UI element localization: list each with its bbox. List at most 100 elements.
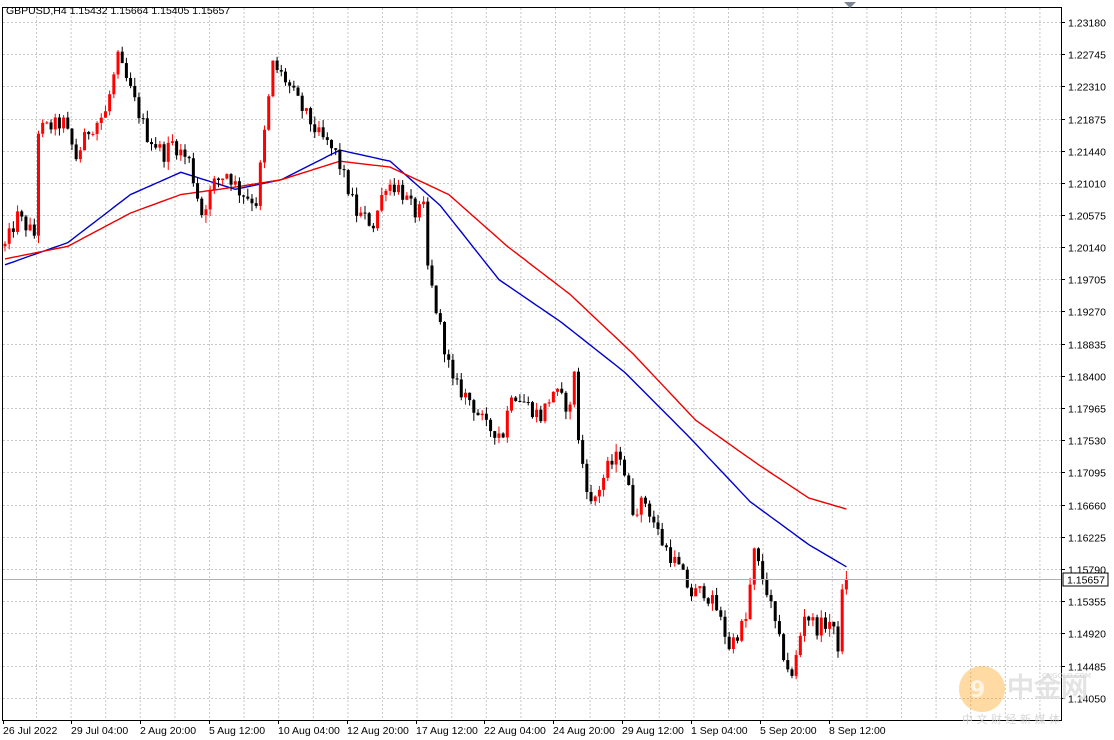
candle	[669, 539, 673, 568]
candle	[3, 241, 7, 252]
price-axis: 1.23180 1.22745 1.22310 1.21875 1.21440 1.210…	[1061, 18, 1106, 706]
candle	[254, 197, 258, 209]
candle	[376, 210, 380, 231]
candle-body	[87, 132, 91, 135]
candle-body	[145, 118, 149, 143]
candle-body	[426, 201, 430, 266]
candle	[514, 396, 518, 402]
candle-body	[376, 210, 380, 229]
candle	[120, 46, 124, 64]
candle-body	[338, 149, 342, 170]
candle-body	[756, 548, 760, 562]
candle-body	[736, 637, 740, 641]
candle	[807, 615, 811, 626]
candle-body	[317, 127, 321, 133]
candle	[91, 131, 95, 137]
candle	[124, 57, 128, 82]
candle	[447, 349, 451, 368]
candle	[225, 173, 229, 180]
candle	[242, 194, 246, 204]
svg-text:9: 9	[970, 678, 985, 703]
candle-body	[221, 178, 225, 181]
candle-body	[685, 569, 689, 588]
candle	[20, 209, 24, 222]
candle	[522, 394, 526, 403]
candle-body	[334, 148, 338, 150]
candle	[723, 610, 727, 645]
candle-body	[539, 409, 543, 422]
candle-body	[669, 547, 673, 563]
grid	[3, 8, 1061, 720]
candle-body	[769, 595, 773, 602]
candle-body	[673, 556, 677, 563]
candle-body	[225, 174, 229, 179]
candle	[45, 121, 49, 125]
candle	[748, 577, 752, 621]
candle-body	[522, 401, 526, 403]
candle	[321, 120, 325, 140]
candle	[388, 179, 392, 196]
candle	[7, 222, 11, 250]
candle-body	[112, 74, 116, 95]
x-tick-label: 2 Aug 20:00	[140, 725, 196, 737]
candle-body	[191, 158, 195, 184]
candle	[103, 105, 107, 118]
candle-body	[175, 141, 179, 156]
candle-body	[304, 108, 308, 111]
y-tick-label: 1.16225	[1068, 533, 1106, 545]
candle	[752, 547, 756, 591]
candle-body	[70, 128, 74, 145]
y-tick-label: 1.20140	[1068, 243, 1106, 255]
candles	[3, 46, 848, 680]
candle	[233, 175, 237, 188]
candle	[782, 632, 786, 662]
candle	[803, 609, 807, 642]
watermark-url: CNGOLD.COM	[1042, 672, 1091, 680]
candle	[204, 204, 208, 223]
candle-body	[832, 621, 836, 627]
candle	[756, 547, 760, 566]
candle-body	[49, 122, 53, 130]
candle-body	[300, 95, 304, 111]
candle-body	[560, 388, 564, 393]
candle-body	[480, 413, 484, 416]
candle	[480, 410, 484, 421]
candle-body	[120, 51, 124, 64]
candle-body	[581, 440, 585, 464]
candle-body	[99, 117, 103, 123]
candle	[129, 72, 133, 89]
candle	[836, 621, 840, 658]
candle-body	[392, 184, 396, 193]
candle-body	[200, 198, 204, 216]
x-tick-label: 10 Aug 04:00	[278, 725, 340, 737]
candle-body	[597, 489, 601, 497]
candle	[434, 285, 438, 315]
candle	[112, 72, 116, 99]
candle-body	[790, 669, 794, 676]
candle	[212, 175, 216, 194]
candle	[16, 205, 20, 235]
x-tick-label: 29 Aug 12:00	[622, 725, 684, 737]
candle-body	[154, 144, 158, 148]
candle-body	[723, 616, 727, 637]
candle-body	[786, 660, 790, 670]
candle	[706, 597, 710, 607]
candle	[36, 130, 40, 244]
candle	[560, 382, 564, 395]
candle	[275, 56, 279, 74]
candle-body	[83, 132, 87, 151]
moving-averages	[4, 149, 847, 568]
candle	[786, 652, 790, 673]
candle	[593, 495, 597, 506]
candle	[187, 155, 191, 163]
candle	[49, 119, 53, 134]
candle	[271, 60, 275, 98]
candle	[430, 259, 434, 288]
candle-body	[342, 169, 346, 171]
y-tick-label: 1.21875	[1068, 115, 1106, 127]
candle-body	[401, 184, 405, 200]
candle	[70, 127, 74, 151]
candle-body	[484, 413, 488, 420]
candle	[819, 610, 823, 643]
candle	[263, 125, 267, 169]
